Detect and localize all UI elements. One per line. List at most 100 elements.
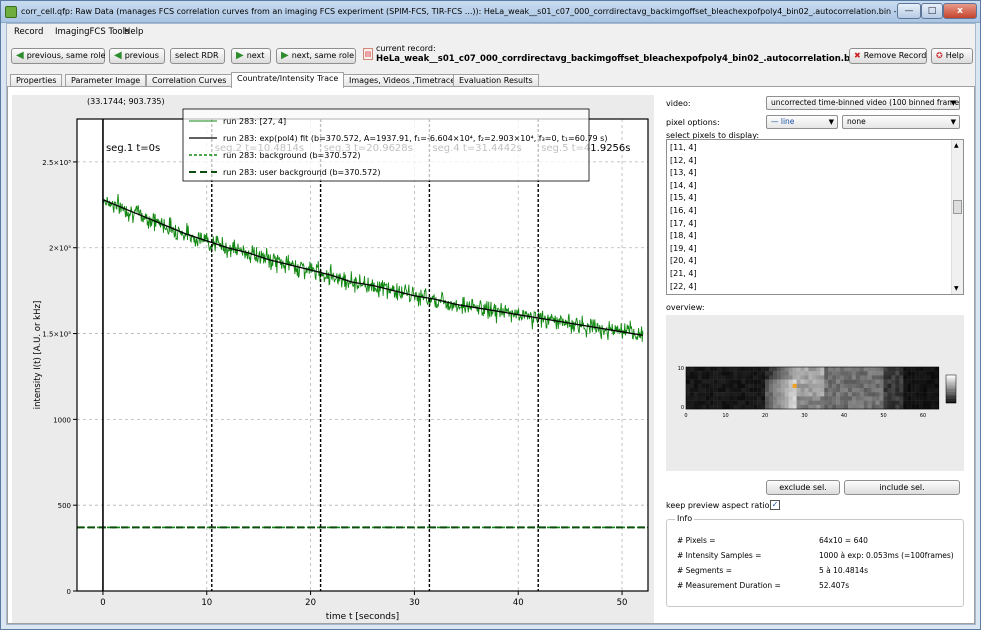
pixel-option-select[interactable]: none ▼ bbox=[842, 115, 960, 129]
pixel-list-item[interactable]: [22, 4] bbox=[670, 282, 697, 294]
heatmap-cell bbox=[796, 388, 801, 393]
overview-svg[interactable]: 0 10 20 30 40 50 60 10 0 bbox=[666, 315, 964, 471]
heatmap-cell bbox=[930, 383, 936, 389]
pixel-list-item[interactable]: [15, 4] bbox=[670, 193, 697, 205]
heatmap-cell bbox=[725, 379, 730, 384]
heatmap-cell bbox=[934, 388, 939, 393]
heatmap-cell bbox=[729, 379, 734, 384]
heatmap-cell bbox=[780, 400, 785, 405]
remove-record-button[interactable]: ✖ Remove Record bbox=[849, 48, 927, 64]
heatmap-cell bbox=[686, 396, 691, 401]
heatmap-cell bbox=[737, 404, 742, 410]
pixel-list[interactable]: [11, 4] [12, 4] [13, 4] [14, 4] [15, 4] [16, … bbox=[666, 139, 964, 295]
heatmap-cell bbox=[879, 379, 884, 384]
heatmap-cell bbox=[749, 396, 754, 401]
keep-aspect-checkbox[interactable]: ✓ bbox=[770, 500, 780, 510]
scroll-down-icon[interactable]: ▼ bbox=[954, 285, 959, 292]
heatmap-cell bbox=[863, 375, 868, 380]
heatmap-cell bbox=[749, 404, 754, 410]
heatmap-cell bbox=[745, 396, 750, 401]
heatmap-cell bbox=[721, 396, 726, 401]
heatmap-cell bbox=[840, 400, 845, 405]
previous-same-role-button[interactable]: ◀ previous, same role bbox=[11, 48, 105, 64]
heatmap-cell bbox=[820, 379, 825, 384]
line-style-select[interactable]: — line ▼ bbox=[766, 115, 838, 129]
heatmap-cell bbox=[701, 388, 706, 393]
pixel-list-item[interactable]: [11, 4] bbox=[670, 143, 697, 155]
heatmap-cell bbox=[907, 392, 912, 397]
tab-countrate-intensity-trace[interactable]: Countrate/Intensity Trace bbox=[231, 72, 345, 88]
next-same-role-button[interactable]: ▶ next, same role bbox=[276, 48, 356, 64]
next-button[interactable]: ▶ next bbox=[231, 48, 271, 64]
heatmap-cell bbox=[824, 396, 829, 401]
overview-y-tick: 0 bbox=[681, 405, 684, 411]
heatmap-cell bbox=[753, 392, 758, 397]
trace-chart-svg[interactable]: seg.1 t=0sseg.2 t=10.4814sseg.3 t=20.962… bbox=[12, 95, 654, 623]
heatmap-cell bbox=[753, 396, 758, 401]
heatmap-cell bbox=[930, 404, 936, 410]
help-button[interactable]: ✪ Help bbox=[931, 48, 973, 64]
heatmap-cell bbox=[859, 396, 864, 401]
heatmap-cell bbox=[816, 375, 821, 380]
minimize-button[interactable]: — bbox=[897, 3, 921, 19]
heatmap-cell bbox=[713, 367, 718, 372]
segment-label: seg.1 t=0s bbox=[106, 143, 160, 154]
pixel-list-item[interactable]: [21, 4] bbox=[670, 269, 697, 281]
exclude-selection-button[interactable]: exclude sel. bbox=[766, 480, 840, 495]
heatmap-cell bbox=[776, 371, 781, 376]
heatmap-cell bbox=[697, 375, 702, 380]
heatmap-cell bbox=[693, 367, 699, 372]
heatmap-cell bbox=[930, 367, 936, 372]
heatmap-cell bbox=[911, 396, 916, 401]
pixel-list-item[interactable]: [20, 4] bbox=[670, 256, 697, 268]
scroll-thumb[interactable] bbox=[953, 200, 962, 214]
pixel-list-scrollbar[interactable]: ▲ ▼ bbox=[951, 140, 963, 294]
menu-help[interactable]: Help bbox=[124, 27, 143, 37]
heatmap-cell bbox=[844, 379, 849, 384]
heatmap-cell bbox=[761, 404, 766, 410]
intensity-trace-plot[interactable]: (33.1744; 903.735) seg.1 t=0sseg.2 t=10.… bbox=[12, 95, 654, 623]
pixel-list-item[interactable]: [16, 4] bbox=[670, 206, 697, 218]
pixel-option-value: none bbox=[847, 117, 866, 126]
heatmap-cell bbox=[891, 371, 896, 376]
heatmap-cell bbox=[911, 367, 916, 372]
legend-entry: run 283: background (b=370.572) bbox=[223, 151, 360, 160]
legend-entry: run 283: user background (b=370.572) bbox=[223, 168, 380, 177]
heatmap-cell bbox=[800, 383, 805, 389]
heatmap-cell bbox=[757, 396, 762, 401]
title-bar[interactable]: corr_cell.qfp: Raw Data (manages FCS cor… bbox=[1, 1, 980, 23]
heatmap-cell bbox=[749, 379, 754, 384]
heatmap-cell bbox=[926, 388, 932, 393]
pixel-list-item[interactable]: [14, 4] bbox=[670, 181, 697, 193]
heatmap-cell bbox=[761, 367, 766, 372]
menu-record[interactable]: Record bbox=[14, 27, 43, 37]
heatmap-cell bbox=[725, 404, 730, 410]
heatmap-cell bbox=[828, 400, 833, 405]
heatmap-cell bbox=[717, 375, 722, 380]
menu-imagingfcs-tools[interactable]: ImagingFCS Tools bbox=[55, 27, 129, 37]
include-selection-button[interactable]: include sel. bbox=[844, 480, 960, 495]
heatmap-cell bbox=[883, 371, 888, 376]
heatmap-cell bbox=[907, 396, 912, 401]
heatmap-cell bbox=[915, 367, 920, 372]
heatmap-cell bbox=[824, 400, 829, 405]
main-window: corr_cell.qfp: Raw Data (manages FCS cor… bbox=[0, 0, 981, 630]
heatmap-cell bbox=[784, 383, 789, 389]
video-select[interactable]: uncorrected time-binned video (100 binne… bbox=[766, 96, 960, 110]
pixel-list-item[interactable]: [13, 4] bbox=[670, 168, 697, 180]
pixel-list-item[interactable]: [12, 4] bbox=[670, 156, 697, 168]
maximize-button[interactable]: □ bbox=[921, 3, 943, 19]
scroll-up-icon[interactable]: ▲ bbox=[954, 142, 959, 149]
heatmap-cell bbox=[737, 400, 742, 405]
previous-button[interactable]: ◀ previous bbox=[109, 48, 165, 64]
client-area: Record ImagingFCS Tools Help ◀ previous, … bbox=[6, 23, 976, 625]
heatmap-cell bbox=[855, 392, 860, 397]
overview-image[interactable]: 0 10 20 30 40 50 60 10 0 bbox=[666, 315, 964, 471]
pixel-list-item[interactable]: [18, 4] bbox=[670, 231, 697, 243]
heatmap-cell bbox=[733, 404, 738, 410]
close-button[interactable]: x bbox=[943, 3, 977, 19]
pixel-list-item[interactable]: [19, 4] bbox=[670, 244, 697, 256]
heatmap-cell bbox=[820, 388, 825, 393]
pixel-list-item[interactable]: [17, 4] bbox=[670, 219, 697, 231]
select-rdr-button[interactable]: select RDR bbox=[170, 48, 225, 64]
